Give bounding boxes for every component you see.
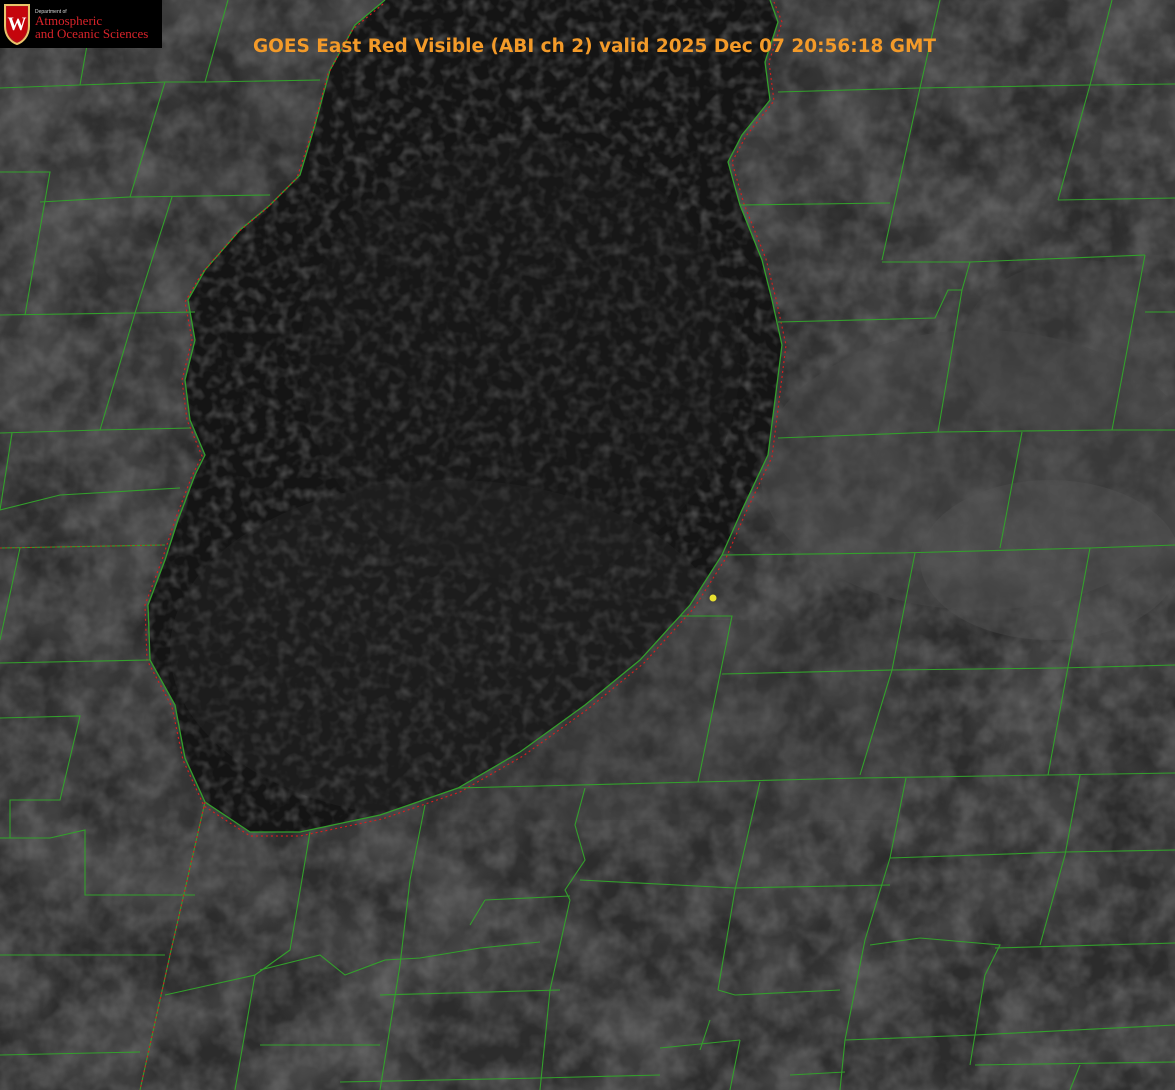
satellite-image-frame: W Department of Atmospheric and Oceanic … [0,0,1175,1090]
location-marker [709,594,717,602]
satellite-imagery [0,0,1175,1090]
image-title: GOES East Red Visible (ABI ch 2) valid 2… [252,36,937,57]
svg-text:W: W [8,14,27,35]
